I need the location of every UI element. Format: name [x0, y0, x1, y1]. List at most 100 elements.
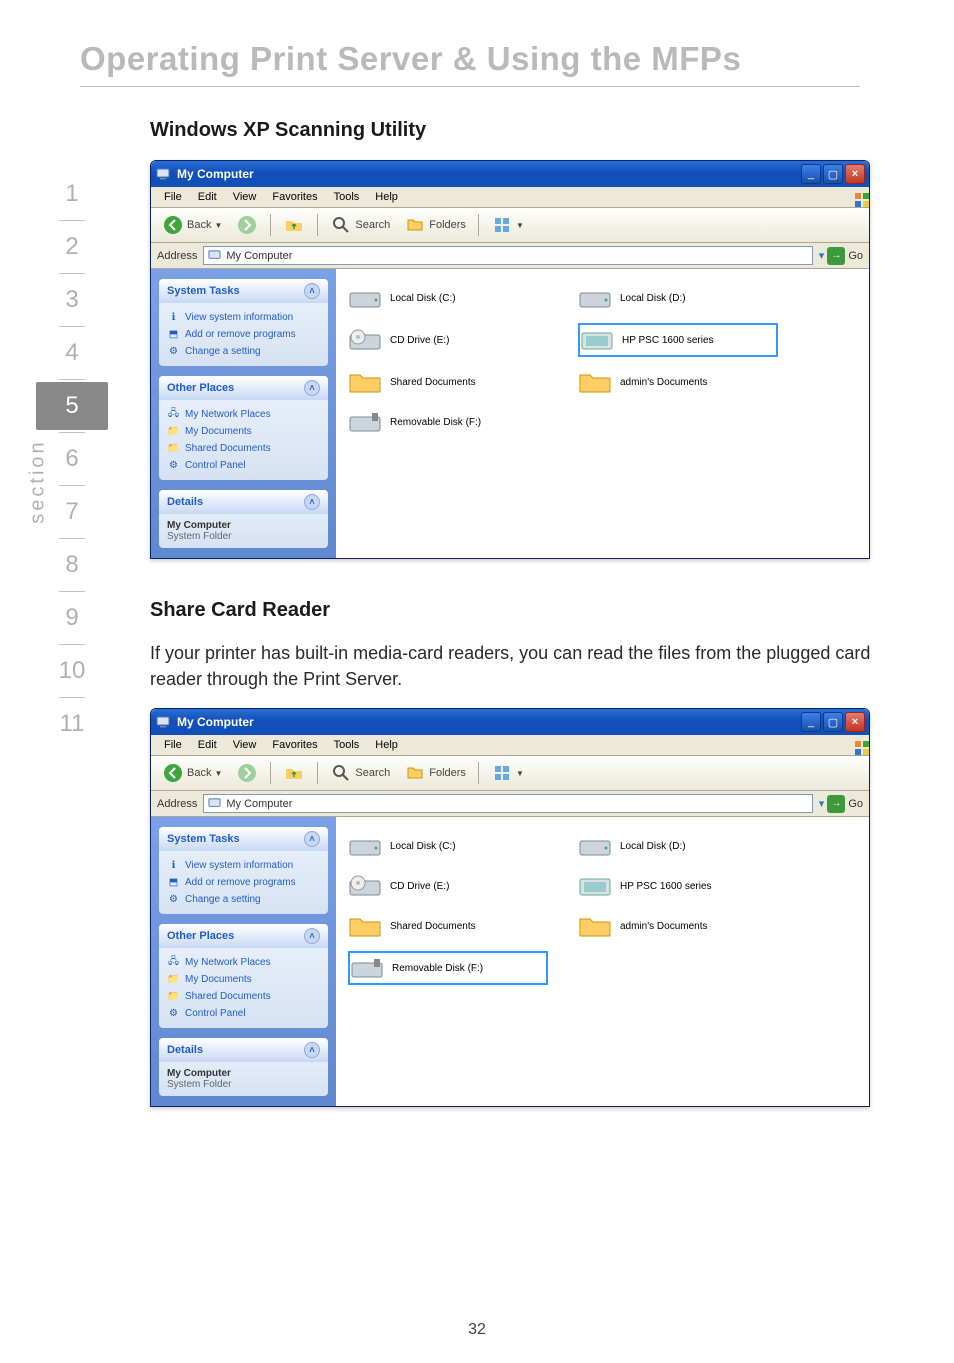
address-bar: Address My Computer ▾ → Go — [151, 243, 869, 269]
folder-admin[interactable]: admin's Documents — [578, 911, 778, 941]
link-my-documents[interactable]: 📁My Documents — [167, 423, 320, 440]
close-button[interactable]: × — [845, 712, 865, 732]
xp-titlebar[interactable]: My Computer _ ▢ × — [151, 161, 869, 187]
my-computer-icon — [155, 714, 171, 730]
link-control-panel[interactable]: ⚙Control Panel — [167, 457, 320, 474]
drive-d[interactable]: Local Disk (D:) — [578, 831, 778, 861]
address-chevron-icon[interactable]: ▾ — [819, 249, 825, 262]
up-button[interactable] — [278, 760, 310, 786]
maximize-button[interactable]: ▢ — [823, 164, 843, 184]
folders-button[interactable]: Folders — [399, 760, 471, 786]
link-add-remove[interactable]: ⬒Add or remove programs — [167, 326, 320, 343]
link-view-sysinfo[interactable]: ℹView system information — [167, 857, 320, 874]
menu-tools[interactable]: Tools — [327, 189, 367, 205]
scanner-icon — [578, 871, 612, 901]
drive-c[interactable]: Local Disk (C:) — [348, 283, 548, 313]
back-button[interactable]: Back ▼ — [157, 760, 227, 786]
address-field[interactable]: My Computer — [203, 794, 812, 813]
minimize-button[interactable]: _ — [801, 164, 821, 184]
drive-area: Local Disk (C:) Local Disk (D:) CD Drive… — [336, 817, 869, 1106]
drive-d[interactable]: Local Disk (D:) — [578, 283, 778, 313]
folder-icon: 📁 — [167, 973, 180, 986]
nav-11[interactable]: 11 — [36, 700, 108, 748]
menu-help[interactable]: Help — [368, 737, 405, 753]
nav-4[interactable]: 4 — [36, 329, 108, 377]
link-add-remove[interactable]: ⬒Add or remove programs — [167, 874, 320, 891]
drive-hp[interactable]: HP PSC 1600 series — [578, 323, 778, 357]
link-network-places[interactable]: 🖧My Network Places — [167, 406, 320, 423]
forward-button[interactable] — [231, 212, 263, 238]
nav-8[interactable]: 8 — [36, 541, 108, 589]
folder-admin[interactable]: admin's Documents — [578, 367, 778, 397]
collapse-icon[interactable]: ˄ — [304, 831, 320, 847]
link-view-sysinfo[interactable]: ℹView system information — [167, 309, 320, 326]
views-icon — [491, 214, 513, 236]
collapse-icon[interactable]: ˄ — [304, 380, 320, 396]
go-button[interactable]: → — [827, 247, 845, 265]
search-button[interactable]: Search — [325, 212, 395, 238]
details-name: My Computer — [167, 1068, 320, 1079]
drive-removable[interactable]: Removable Disk (F:) — [348, 407, 548, 437]
drive-area: Local Disk (C:) Local Disk (D:) CD Drive… — [336, 269, 869, 558]
nav-2[interactable]: 2 — [36, 223, 108, 271]
up-button[interactable] — [278, 212, 310, 238]
nav-5[interactable]: 5 — [36, 382, 108, 430]
collapse-icon[interactable]: ˄ — [304, 928, 320, 944]
nav-6[interactable]: 6 — [36, 435, 108, 483]
collapse-icon[interactable]: ˄ — [304, 494, 320, 510]
menu-file[interactable]: File — [157, 189, 189, 205]
link-control-panel[interactable]: ⚙Control Panel — [167, 1005, 320, 1022]
page-title: Operating Print Server & Using the MFPs — [0, 0, 954, 86]
section-nav: section 1 2 3 4 5 6 7 8 9 10 11 — [36, 170, 108, 748]
address-chevron-icon[interactable]: ▾ — [819, 797, 825, 810]
details-title: Details — [167, 496, 203, 508]
address-field[interactable]: My Computer — [203, 246, 812, 265]
search-label: Search — [355, 767, 390, 779]
folders-button[interactable]: Folders — [399, 212, 471, 238]
nav-9[interactable]: 9 — [36, 594, 108, 642]
xp-titlebar[interactable]: My Computer _ ▢ × — [151, 709, 869, 735]
settings-icon: ⚙ — [167, 345, 180, 358]
link-shared-docs[interactable]: 📁Shared Documents — [167, 440, 320, 457]
link-shared-docs[interactable]: 📁Shared Documents — [167, 988, 320, 1005]
views-button[interactable]: ▼ — [486, 212, 529, 238]
link-my-documents[interactable]: 📁My Documents — [167, 971, 320, 988]
maximize-button[interactable]: ▢ — [823, 712, 843, 732]
drive-e[interactable]: CD Drive (E:) — [348, 871, 548, 901]
nav-3[interactable]: 3 — [36, 276, 108, 324]
nav-1[interactable]: 1 — [36, 170, 108, 218]
menu-favorites[interactable]: Favorites — [265, 189, 324, 205]
other-places-title: Other Places — [167, 930, 234, 942]
collapse-icon[interactable]: ˄ — [304, 283, 320, 299]
menu-view[interactable]: View — [226, 189, 264, 205]
folder-shared[interactable]: Shared Documents — [348, 367, 548, 397]
nav-7[interactable]: 7 — [36, 488, 108, 536]
menu-edit[interactable]: Edit — [191, 737, 224, 753]
drive-removable[interactable]: Removable Disk (F:) — [348, 951, 548, 985]
drive-c[interactable]: Local Disk (C:) — [348, 831, 548, 861]
title-underline — [80, 86, 860, 87]
close-button[interactable]: × — [845, 164, 865, 184]
forward-button[interactable] — [231, 760, 263, 786]
link-network-places[interactable]: 🖧My Network Places — [167, 954, 320, 971]
views-button[interactable]: ▼ — [486, 760, 529, 786]
menu-help[interactable]: Help — [368, 189, 405, 205]
collapse-icon[interactable]: ˄ — [304, 1042, 320, 1058]
drive-e[interactable]: CD Drive (E:) — [348, 323, 548, 357]
menu-file[interactable]: File — [157, 737, 189, 753]
go-button[interactable]: → — [827, 795, 845, 813]
system-tasks-panel: System Tasks ˄ ℹView system information … — [159, 279, 328, 366]
menu-view[interactable]: View — [226, 737, 264, 753]
back-button[interactable]: Back ▼ — [157, 212, 227, 238]
drive-hp[interactable]: HP PSC 1600 series — [578, 871, 778, 901]
search-button[interactable]: Search — [325, 760, 395, 786]
toolbar: Back ▼ Search — [151, 208, 869, 243]
menu-favorites[interactable]: Favorites — [265, 737, 324, 753]
folder-shared[interactable]: Shared Documents — [348, 911, 548, 941]
menu-tools[interactable]: Tools — [327, 737, 367, 753]
minimize-button[interactable]: _ — [801, 712, 821, 732]
menu-edit[interactable]: Edit — [191, 189, 224, 205]
nav-10[interactable]: 10 — [36, 647, 108, 695]
link-change-setting[interactable]: ⚙Change a setting — [167, 891, 320, 908]
link-change-setting[interactable]: ⚙Change a setting — [167, 343, 320, 360]
